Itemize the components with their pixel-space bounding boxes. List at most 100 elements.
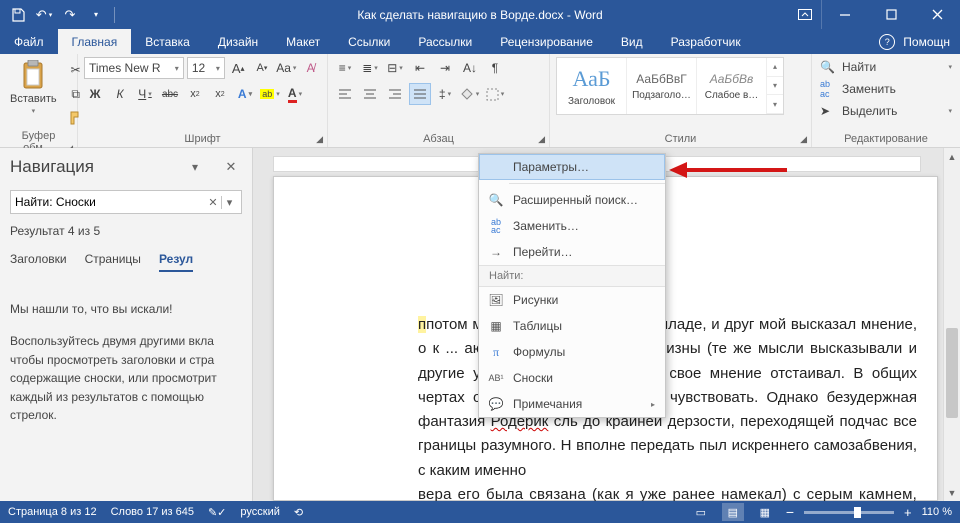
minimize-icon[interactable] [822, 0, 868, 29]
menu-item-equations[interactable]: π Формулы [479, 339, 665, 365]
zoom-level[interactable]: 110 % [922, 506, 952, 518]
zoom-slider[interactable] [804, 511, 894, 514]
menu-item-advanced-find[interactable]: 🔍 Расширенный поиск… [479, 187, 665, 213]
line-spacing-icon[interactable]: ‡▾ [434, 83, 456, 105]
scroll-down-icon[interactable]: ▼ [944, 484, 960, 501]
tab-home[interactable]: Главная [58, 29, 132, 54]
ribbon: Вставить ▾ ✂ ⧉ Буфер обм…◢ Times New R▾ … [0, 54, 960, 148]
change-case-button[interactable]: Aa▾ [275, 57, 297, 79]
scroll-thumb[interactable] [946, 328, 958, 418]
text-effects-icon[interactable]: A▾ [234, 83, 256, 105]
style-heading[interactable]: АаБ Заголовок [557, 58, 627, 114]
menu-item-replace[interactable]: abac Заменить… [479, 213, 665, 239]
tab-view[interactable]: Вид [607, 29, 657, 54]
style-subtle-emphasis[interactable]: АаБбВв Слабое в… [697, 58, 767, 114]
tab-developer[interactable]: Разработчик [657, 29, 755, 54]
tab-references[interactable]: Ссылки [334, 29, 404, 54]
ribbon-display-options-icon[interactable] [788, 0, 822, 29]
tab-design[interactable]: Дизайн [204, 29, 272, 54]
highlight-icon[interactable]: ab▾ [259, 83, 281, 105]
italic-button[interactable]: К [109, 83, 131, 105]
subscript-icon[interactable]: x2 [184, 83, 206, 105]
status-language[interactable]: русский [240, 506, 279, 518]
save-icon[interactable] [6, 3, 30, 27]
font-name-combo[interactable]: Times New R▾ [84, 57, 184, 79]
align-center-icon[interactable] [359, 83, 381, 105]
dialog-launcher-icon[interactable]: ◢ [316, 134, 323, 145]
tell-me-label[interactable]: Помощн [903, 35, 950, 49]
menu-item-footnotes[interactable]: AB¹ Сноски [479, 365, 665, 391]
replace-button[interactable]: abacЗаменить [818, 78, 954, 100]
status-word-count[interactable]: Слово 17 из 645 [111, 506, 194, 518]
zoom-out-icon[interactable]: − [786, 504, 794, 520]
align-right-icon[interactable] [384, 83, 406, 105]
paste-button[interactable]: Вставить ▾ [6, 57, 61, 117]
tab-mailings[interactable]: Рассылки [404, 29, 486, 54]
nav-pane-menu-icon[interactable]: ▾ [184, 156, 206, 178]
tab-layout[interactable]: Макет [272, 29, 334, 54]
nav-tab-pages[interactable]: Страницы [85, 252, 141, 272]
styles-gallery[interactable]: АаБ Заголовок АаБбВвГ Подзаголо… АаБбВв … [556, 57, 784, 115]
dialog-launcher-icon[interactable]: ◢ [538, 134, 545, 145]
redo-icon[interactable]: ↷ [58, 3, 82, 27]
shrink-font-icon[interactable]: A▾ [252, 57, 273, 79]
dialog-launcher-icon[interactable]: ◢ [800, 134, 807, 145]
bold-button[interactable]: Ж [84, 83, 106, 105]
read-mode-icon[interactable]: ▭ [690, 503, 712, 521]
font-size-combo[interactable]: 12▾ [187, 57, 225, 79]
numbering-icon[interactable]: ≣▾ [359, 57, 381, 79]
grow-font-icon[interactable]: A▴ [228, 57, 249, 79]
print-layout-icon[interactable]: ▤ [722, 503, 744, 521]
clear-search-icon[interactable]: ✕ [205, 196, 221, 209]
vertical-scrollbar[interactable]: ▲ ▼ [943, 148, 960, 501]
zoom-in-icon[interactable]: + [904, 505, 912, 520]
style-subtitle[interactable]: АаБбВвГ Подзаголо… [627, 58, 697, 114]
close-icon[interactable] [914, 0, 960, 29]
nav-search-input[interactable] [15, 195, 205, 209]
underline-button[interactable]: Ч▾ [134, 83, 156, 105]
menu-item-options[interactable]: Параметры… [479, 154, 665, 180]
sort-icon[interactable]: A↓ [459, 57, 481, 79]
status-page[interactable]: Страница 8 из 12 [8, 506, 97, 518]
separator [114, 7, 115, 23]
multilevel-list-icon[interactable]: ⊟▾ [384, 57, 406, 79]
align-left-icon[interactable] [334, 83, 356, 105]
zoom-slider-thumb[interactable] [854, 507, 861, 518]
nav-tab-results[interactable]: Резул [159, 252, 193, 272]
bullets-icon[interactable]: ≡▾ [334, 57, 356, 79]
select-button[interactable]: ➤Выделить▾ [818, 103, 954, 119]
menu-item-pictures[interactable]: 🖼 Рисунки [479, 287, 665, 313]
nav-search-box[interactable]: ✕ ▾ [10, 190, 242, 214]
clear-formatting-icon[interactable]: A̸ [300, 57, 321, 79]
arrow-right-icon: → [487, 244, 505, 260]
spellcheck-icon[interactable]: ✎✓ [208, 506, 226, 519]
tab-review[interactable]: Рецензирование [486, 29, 607, 54]
justify-icon[interactable] [409, 83, 431, 105]
clipboard-icon [17, 59, 49, 91]
undo-icon[interactable]: ↶▾ [32, 3, 56, 27]
find-button[interactable]: 🔍Найти▾ [818, 59, 954, 75]
superscript-icon[interactable]: x2 [209, 83, 231, 105]
maximize-icon[interactable] [868, 0, 914, 29]
nav-tab-headings[interactable]: Заголовки [10, 252, 67, 272]
track-changes-icon[interactable]: ⟲ [294, 506, 303, 519]
styles-more-button[interactable]: ▴▾▾ [767, 58, 783, 114]
menu-item-comments[interactable]: 💬 Примечания ▸ [479, 391, 665, 417]
decrease-indent-icon[interactable]: ⇤ [409, 57, 431, 79]
menu-item-tables[interactable]: ▦ Таблицы [479, 313, 665, 339]
increase-indent-icon[interactable]: ⇥ [434, 57, 456, 79]
web-layout-icon[interactable]: ▦ [754, 503, 776, 521]
menu-item-goto[interactable]: → Перейти… [479, 239, 665, 265]
shading-icon[interactable]: ▾ [459, 83, 481, 105]
show-marks-icon[interactable]: ¶ [484, 57, 506, 79]
borders-icon[interactable]: ▾ [484, 83, 506, 105]
scroll-up-icon[interactable]: ▲ [944, 148, 960, 165]
tab-insert[interactable]: Вставка [131, 29, 204, 54]
tab-file[interactable]: Файл [0, 29, 58, 54]
status-bar: Страница 8 из 12 Слово 17 из 645 ✎✓ русс… [0, 501, 960, 523]
strikethrough-button[interactable]: abc [159, 83, 181, 105]
qat-customize-icon[interactable]: ▾ [84, 3, 108, 27]
nav-pane-close-icon[interactable]: ✕ [220, 156, 242, 178]
search-dropdown-icon[interactable]: ▾ [221, 196, 237, 209]
font-color-icon[interactable]: A▾ [284, 83, 306, 105]
